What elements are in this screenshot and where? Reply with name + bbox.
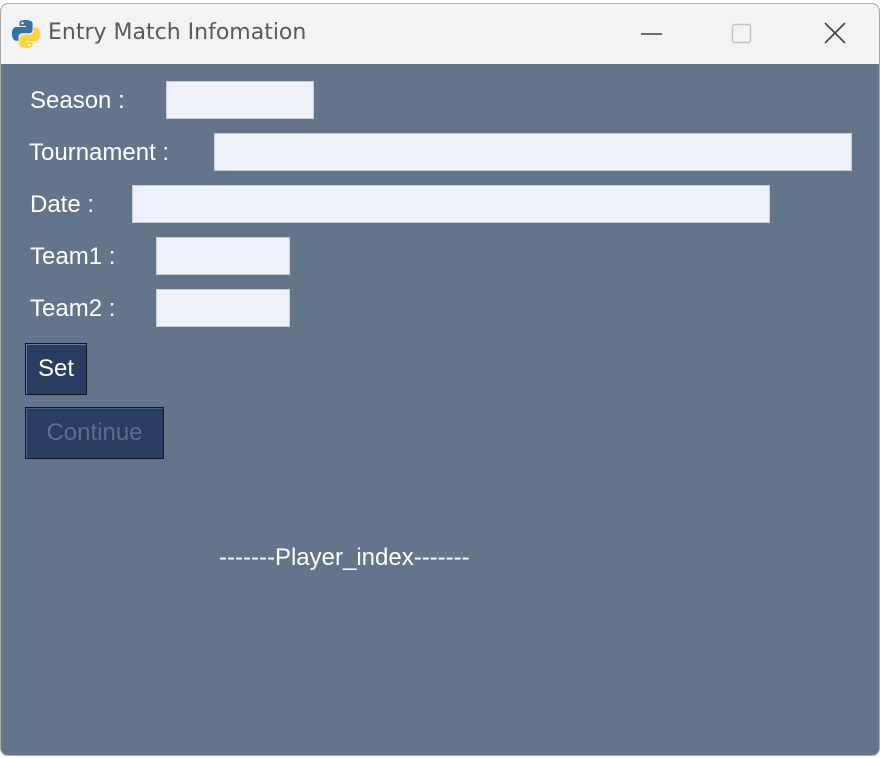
- tournament-label: Tournament :: [29, 139, 170, 166]
- close-icon: [824, 22, 846, 44]
- title-bar[interactable]: Entry Match Infomation: [1, 4, 879, 64]
- minimize-icon: [641, 33, 662, 35]
- team2-label: Team2 :: [30, 295, 116, 322]
- date-field[interactable]: [132, 185, 770, 223]
- season-label: Season :: [30, 87, 125, 114]
- maximize-button[interactable]: [696, 4, 786, 64]
- close-button[interactable]: [789, 4, 879, 64]
- player-index-label: -------Player_index-------: [219, 544, 470, 571]
- app-window: Entry Match Infomation Season : Tourname…: [0, 3, 880, 756]
- set-button[interactable]: Set: [25, 343, 87, 395]
- season-field[interactable]: [166, 81, 314, 119]
- team1-label: Team1 :: [30, 243, 116, 270]
- minimize-button[interactable]: [606, 4, 696, 64]
- window-title: Entry Match Infomation: [48, 20, 307, 45]
- team1-field[interactable]: [156, 237, 290, 275]
- maximize-icon: [731, 23, 752, 44]
- team2-field[interactable]: [156, 289, 290, 327]
- date-label: Date :: [30, 191, 95, 218]
- tournament-field[interactable]: [214, 133, 852, 171]
- continue-button[interactable]: Continue: [25, 407, 164, 459]
- python-logo-icon: [11, 19, 41, 49]
